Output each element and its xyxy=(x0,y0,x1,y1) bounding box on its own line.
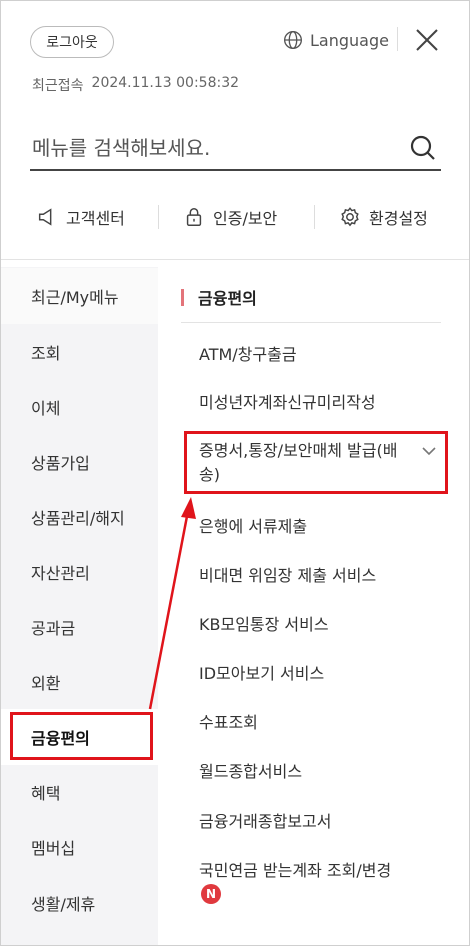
settings-link[interactable]: 환경설정 xyxy=(339,205,428,229)
menu-item-atm-withdrawal[interactable]: ATM/창구출금 xyxy=(199,343,297,367)
globe-icon xyxy=(284,31,302,49)
category-benefits[interactable]: 혜택 xyxy=(1,764,158,820)
auth-security-link[interactable]: 인증/보안 xyxy=(183,205,277,229)
new-badge: N xyxy=(201,883,221,904)
menu-item-proxy-submit[interactable]: 비대면 위임장 제출 서비스 xyxy=(199,564,376,588)
menu-item-document-submit[interactable]: 은행에 서류제출 xyxy=(199,515,307,539)
category-asset-manage[interactable]: 자산관리 xyxy=(1,544,158,600)
all-menu-panel: 로그아웃 Language 최근접속 2024.11.13 00:58:32 고… xyxy=(0,0,470,946)
menu-item-group-account[interactable]: KB모임통장 서비스 xyxy=(199,613,329,637)
category-financial-convenience[interactable]: 금융편의 xyxy=(1,709,158,765)
header-divider xyxy=(397,27,398,51)
category-list: 최근/My메뉴 조회 이체 상품가입 상품관리/해지 자산관리 공과금 외환 금… xyxy=(1,267,158,945)
quick-divider xyxy=(314,205,315,229)
category-product-join[interactable]: 상품가입 xyxy=(1,434,158,490)
category-transfer[interactable]: 이체 xyxy=(1,379,158,435)
close-icon[interactable] xyxy=(414,27,440,53)
customer-center-link[interactable]: 고객센터 xyxy=(36,205,125,229)
menu-item-id-collection[interactable]: ID모아보기 서비스 xyxy=(199,662,324,686)
menu-title-divider xyxy=(181,322,441,323)
category-product-manage[interactable]: 상품관리/해지 xyxy=(1,489,158,545)
lock-icon xyxy=(186,208,202,226)
category-inquiry[interactable]: 조회 xyxy=(1,324,158,380)
menu-search-input[interactable] xyxy=(30,136,409,160)
category-utility-bills[interactable]: 공과금 xyxy=(1,599,158,655)
category-life-partner[interactable]: 생활/제휴 xyxy=(1,875,158,931)
quick-links: 고객센터 인증/보안 환경설정 xyxy=(1,197,469,237)
menu-item-world-service[interactable]: 월드종합서비스 xyxy=(199,760,302,784)
category-recent-my-menu[interactable]: 최근/My메뉴 xyxy=(1,268,158,324)
last-login-time: 2024.11.13 00:58:32 xyxy=(91,75,240,91)
settings-label: 환경설정 xyxy=(369,209,428,228)
menu-section-title: 금융편의 xyxy=(181,286,257,308)
search-icon[interactable] xyxy=(409,134,437,162)
section-divider xyxy=(1,259,469,260)
menu-item-certificate-issue[interactable]: 증명서,통장/보안매체 발급(배송) xyxy=(199,439,411,487)
category-membership[interactable]: 멤버십 xyxy=(1,819,158,875)
logout-button[interactable]: 로그아웃 xyxy=(30,26,114,58)
customer-center-label: 고객센터 xyxy=(66,209,125,228)
gear-icon xyxy=(341,207,359,227)
category-foreign-exchange[interactable]: 외환 xyxy=(1,654,158,710)
last-login-label: 최근접속 xyxy=(32,78,84,94)
menu-item-minor-account[interactable]: 미성년자계좌신규미리작성 xyxy=(199,391,376,415)
title-accent-bar xyxy=(181,288,184,306)
language-button[interactable]: Language xyxy=(283,27,389,53)
megaphone-icon xyxy=(38,208,52,226)
menu-search-bar xyxy=(30,127,441,171)
language-label: Language xyxy=(310,30,389,50)
menu-item-check-inquiry[interactable]: 수표조회 xyxy=(199,711,258,735)
chevron-down-icon[interactable] xyxy=(420,442,438,460)
menu-section-title-text: 금융편의 xyxy=(198,289,257,308)
auth-security-label: 인증/보안 xyxy=(213,209,278,228)
last-login-info: 최근접속 2024.11.13 00:58:32 xyxy=(32,75,239,95)
menu-item-financial-report[interactable]: 금융거래종합보고서 xyxy=(199,810,331,834)
menu-item-pension-account[interactable]: 국민연금 받는계좌 조회/변경 N xyxy=(199,859,399,907)
pension-account-label: 국민연금 받는계좌 조회/변경 xyxy=(199,861,392,880)
quick-divider xyxy=(158,205,159,229)
